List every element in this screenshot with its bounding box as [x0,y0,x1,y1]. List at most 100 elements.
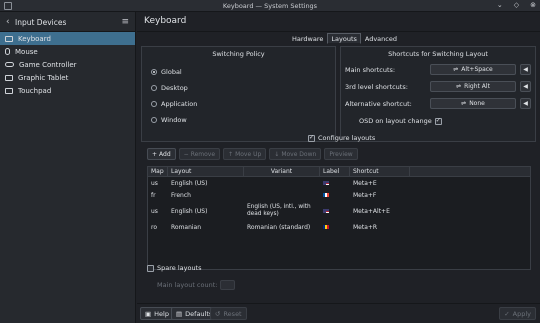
cell-shortcut: Meta+E [353,179,377,187]
hamburger-menu-icon[interactable]: ≡ [121,17,129,27]
column-header-label[interactable]: Label [320,166,350,177]
cell-variant: English (US, intl., with dead keys) [247,204,311,217]
keyboard-icon [5,35,13,42]
main-layout-count-label: Main layout count: [157,281,218,289]
maximize-icon[interactable]: ◇ [514,1,519,9]
us-flag-icon [323,208,329,213]
radio-global[interactable]: Global [151,68,182,76]
cell-map: fr [151,191,156,199]
button-label: Preview [329,150,353,158]
window-titlebar: Keyboard — System Settings ⌄ ◇ ⊗ [0,0,540,12]
spare-layouts-option[interactable]: Spare layouts [147,264,202,272]
spare-layouts-checkbox[interactable] [147,264,154,272]
cell-layout: English (US) [171,207,208,215]
button-label: Remove [190,150,216,158]
button-label: Help [154,309,169,318]
cell-layout: Romanian [171,223,202,231]
footer-bar: ▣ Help ▤ Defaults ↺ Reset ✓ Apply [137,303,540,323]
close-icon[interactable]: ⊗ [530,1,536,9]
table-row[interactable]: us English (US) English (US, intl., with… [148,201,530,221]
tab-layouts[interactable]: Layouts [327,33,361,44]
cell-map: ro [151,223,158,231]
button-label: Move Down [281,150,317,158]
move-down-button[interactable]: ↓ Move Down [269,148,322,160]
radio-desktop[interactable]: Desktop [151,84,188,92]
radio-label: Global [161,68,182,76]
button-label: Defaults [185,309,213,318]
sidebar-item-label: Graphic Tablet [18,73,69,82]
third-level-shortcut-label: 3rd level shortcuts: [345,82,408,91]
sidebar-item-game-controller[interactable]: Game Controller [0,58,135,71]
sidebar: ‹ Input Devices ≡ Keyboard Mouse Game Co… [0,12,136,323]
shortcut-value: Alt+Space [461,66,493,73]
tab-hardware[interactable]: Hardware [288,33,327,44]
clear-alternative-shortcut-icon[interactable]: ◀ [520,98,531,109]
keyboard-shortcut-icon: ⇌ [453,66,459,73]
osd-checkbox[interactable] [434,117,442,125]
sidebar-item-label: Touchpad [18,86,52,95]
radio-button[interactable] [151,85,157,91]
shortcuts-panel: Shortcuts for Switching Layout Main shor… [340,46,536,142]
osd-layout-change-option[interactable]: OSD on layout change [359,117,442,125]
preview-button[interactable]: Preview [324,148,358,160]
cell-label [320,224,350,231]
table-row[interactable]: us English (US) Meta+E [148,177,530,189]
button-label: Add [159,150,171,158]
sidebar-item-keyboard[interactable]: Keyboard [0,32,135,45]
cell-label [320,192,350,199]
tab-advanced[interactable]: Advanced [361,33,401,44]
sidebar-title: Input Devices [15,18,67,27]
radio-window[interactable]: Window [151,116,187,124]
clear-main-shortcut-icon[interactable]: ◀ [520,64,531,75]
page-title: Keyboard [144,16,187,26]
sidebar-item-mouse[interactable]: Mouse [0,45,135,58]
minimize-icon[interactable]: ⌄ [497,1,503,9]
column-header-layout[interactable]: Layout [168,166,244,177]
cell-label [320,180,350,187]
column-header-variant[interactable]: Variant [244,166,320,177]
table-header: Map Layout Variant Label Shortcut [148,166,530,177]
cell-variant: Romanian (standard) [247,223,311,231]
sidebar-item-touchpad[interactable]: Touchpad [0,84,135,97]
third-level-shortcut-row: 3rd level shortcuts: ⇌ Right Alt ◀ [345,81,531,92]
keyboard-shortcut-icon: ⇌ [461,100,467,107]
reset-button[interactable]: ↺ Reset [210,307,247,320]
main-layout-count-spinbox[interactable] [220,280,236,290]
clear-third-level-shortcut-icon[interactable]: ◀ [520,81,531,92]
osd-label: OSD on layout change [359,117,432,125]
back-arrow-icon[interactable]: ‹ [6,17,10,27]
add-layout-button[interactable]: + Add [147,148,176,160]
main-shortcut-button[interactable]: ⇌ Alt+Space [430,64,516,75]
sidebar-item-graphic-tablet[interactable]: Graphic Tablet [0,71,135,84]
move-up-button[interactable]: ↑ Move Up [223,148,267,160]
arrow-up-icon: ↑ [228,150,234,158]
table-row[interactable]: fr French Meta+F [148,189,530,201]
configure-layouts-label: Configure layouts [318,134,376,142]
apply-button[interactable]: ✓ Apply [499,307,536,320]
apply-check-icon: ✓ [504,309,510,318]
alternative-shortcut-button[interactable]: ⇌ None [430,98,516,109]
configure-layouts-checkbox[interactable] [308,134,315,142]
main-shortcut-label: Main shortcuts: [345,65,396,74]
help-button[interactable]: ▣ Help [140,307,174,320]
third-level-shortcut-button[interactable]: ⇌ Right Alt [430,81,516,92]
cell-layout: French [171,191,191,199]
column-header-shortcut[interactable]: Shortcut [350,166,410,177]
radio-button[interactable] [151,69,157,75]
layouts-table: Map Layout Variant Label Shortcut us Eng… [147,166,531,270]
button-label: Move Up [235,150,262,158]
column-header-map[interactable]: Map [148,166,168,177]
radio-label: Application [161,100,198,108]
table-row[interactable]: ro Romanian Romanian (standard) Meta+R [148,221,530,233]
radio-button[interactable] [151,101,157,107]
radio-button[interactable] [151,117,157,123]
tab-bar: Hardware Layouts Advanced [288,33,401,44]
configure-layouts-option[interactable]: Configure layouts [308,134,375,142]
alternative-shortcut-row: Alternative shortcut: ⇌ None ◀ [345,98,531,109]
remove-layout-button[interactable]: − Remove [178,148,221,160]
main-header: Keyboard [137,12,540,32]
help-icon: ▣ [145,309,152,318]
arrow-down-icon: ↓ [274,150,280,158]
radio-label: Desktop [161,84,188,92]
radio-application[interactable]: Application [151,100,197,108]
